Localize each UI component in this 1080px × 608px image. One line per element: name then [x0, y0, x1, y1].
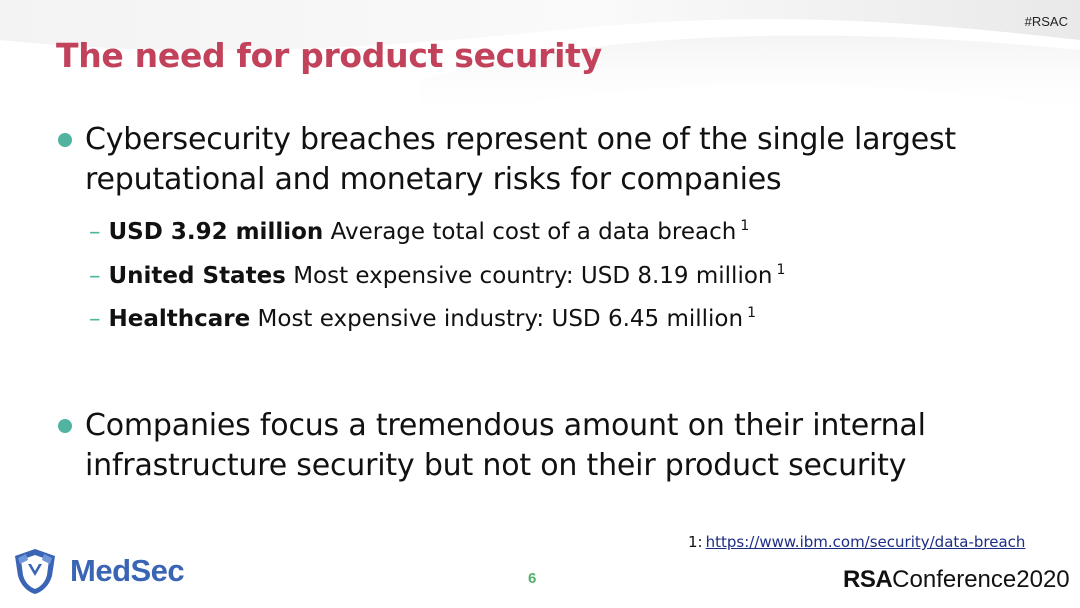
footnote-marker: 1 [776, 262, 786, 278]
sub-bullet-bold: USD 3.92 million [108, 219, 324, 245]
sub-bullet-bold: Healthcare [108, 306, 251, 332]
bullet-item: Cybersecurity breaches represent one of … [58, 120, 1018, 200]
footnote-link[interactable]: https://www.ibm.com/security/data-breach [706, 533, 1026, 551]
footnote-label: 1: [688, 533, 703, 551]
shield-icon [15, 549, 55, 594]
medsec-logo: MedSec [8, 545, 218, 599]
footnote: 1: https://www.ibm.com/security/data-brea… [688, 533, 1025, 551]
bullet-text: Cybersecurity breaches represent one of … [85, 122, 956, 197]
sub-bullet-text: Most expensive industry: USD 6.45 millio… [257, 306, 744, 332]
dash-icon: – [89, 263, 101, 289]
footnote-marker: 1 [747, 305, 757, 321]
dash-icon: – [89, 219, 101, 245]
hashtag: #RSAC [1024, 14, 1068, 29]
bullet-item: Companies focus a tremendous amount on t… [58, 406, 1018, 486]
sub-bullet-item: – Healthcare Most expensive industry: USD… [89, 298, 756, 334]
bullet-dot [58, 419, 72, 433]
bullet-text: Companies focus a tremendous amount on t… [85, 408, 926, 483]
sub-bullet-item: – USD 3.92 million Average total cost of … [89, 211, 749, 247]
rsa-logo-bold: RSA [843, 566, 893, 593]
footnote-marker: 1 [740, 218, 750, 234]
dash-icon: – [89, 306, 101, 332]
slide: #RSAC The need for product security Cybe… [0, 0, 1080, 608]
sub-bullet-text: Most expensive country: USD 8.19 million [293, 263, 773, 289]
page-number: 6 [528, 570, 537, 587]
sub-bullet-item: – United States Most expensive country: U… [89, 255, 785, 291]
rsa-conference-logo: RSAConference2020 [843, 566, 1070, 594]
sub-bullet-text: Average total cost of a data breach [330, 219, 737, 245]
rsa-logo-text: Conference2020 [892, 566, 1070, 593]
logo-text: MedSec [70, 553, 185, 588]
sub-bullet-bold: United States [108, 263, 286, 289]
bullet-dot [58, 133, 72, 147]
page-title: The need for product security [56, 36, 602, 75]
